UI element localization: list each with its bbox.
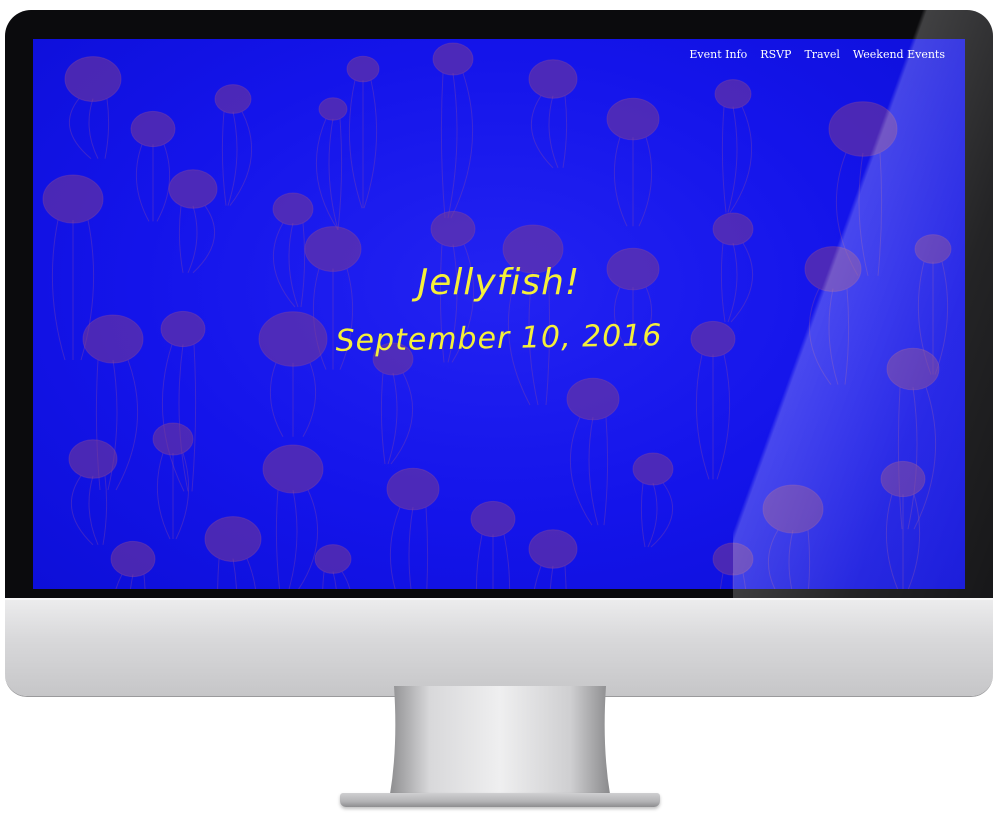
top-navigation: Event Info RSVP Travel Weekend Events — [689, 48, 945, 61]
monitor-bezel: Event Info RSVP Travel Weekend Events Je… — [5, 10, 993, 598]
nav-event-info[interactable]: Event Info — [689, 48, 747, 61]
website-screen: Event Info RSVP Travel Weekend Events Je… — [33, 39, 965, 589]
monitor-stand — [390, 686, 610, 794]
nav-rsvp[interactable]: RSVP — [760, 48, 791, 61]
nav-weekend-events[interactable]: Weekend Events — [853, 48, 945, 61]
monitor: Event Info RSVP Travel Weekend Events Je… — [5, 10, 993, 696]
monitor-foot — [340, 793, 660, 807]
hero-title: Jellyfish! — [417, 262, 581, 303]
nav-travel[interactable]: Travel — [804, 48, 839, 61]
monitor-chin — [5, 598, 993, 696]
hero-date: September 10, 2016 — [335, 318, 663, 359]
device-mockup: Event Info RSVP Travel Weekend Events Je… — [0, 0, 1000, 823]
hero: Jellyfish! September 10, 2016 — [33, 259, 965, 361]
